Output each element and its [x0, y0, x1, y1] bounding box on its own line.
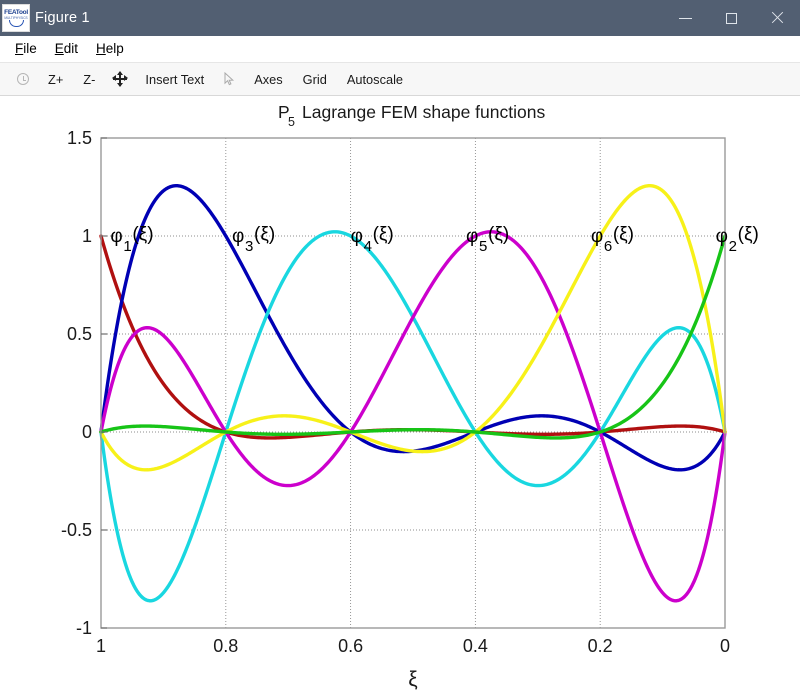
svg-text:φ: φ [716, 226, 728, 247]
svg-text:(ξ): (ξ) [488, 224, 509, 245]
curve-label-phi5: φ 5(ξ) [466, 224, 509, 255]
svg-text:φ: φ [591, 226, 603, 247]
x-tick-label: 0.2 [588, 636, 613, 656]
insert-text-button[interactable]: Insert Text [138, 66, 211, 92]
menu-label-file-rest: ile [23, 41, 37, 56]
title-bar: FEATool MULTIPHYSICS Figure 1 [0, 0, 800, 36]
reset-view-button[interactable] [12, 66, 34, 92]
curve-phi2 [99, 234, 727, 440]
shape-functions-plot: P 5 Lagrange FEM shape functions 1 0.8 0.6… [61, 102, 759, 691]
svg-text:φ: φ [351, 226, 363, 247]
app-logo-icon: FEATool MULTIPHYSICS [2, 4, 30, 32]
svg-text:1: 1 [123, 238, 131, 255]
curve-label-phi1: φ 1(ξ) [110, 224, 153, 255]
x-tick-label: 0 [720, 636, 730, 656]
app-logo-arc-icon [8, 20, 24, 28]
plot-title: P 5 Lagrange FEM shape functions [278, 102, 545, 129]
y-tick-label: -1 [76, 618, 92, 638]
select-cursor-button[interactable] [218, 66, 240, 92]
autoscale-button[interactable]: Autoscale [340, 66, 410, 92]
menu-label-help-rest: elp [105, 41, 124, 56]
svg-text:3: 3 [245, 238, 253, 255]
menu-item-help[interactable]: Help [87, 39, 133, 58]
plot-title-subscript: 5 [288, 115, 295, 129]
plot-frame [100, 137, 726, 629]
svg-text:(ξ): (ξ) [132, 224, 153, 245]
x-tick-label: 0.6 [338, 636, 363, 656]
maximize-button[interactable] [708, 0, 754, 36]
x-axis-label: ξ [408, 668, 417, 691]
close-button[interactable] [754, 0, 800, 36]
svg-text:φ: φ [232, 226, 244, 247]
plot-tick-labels: 1 0.8 0.6 0.4 0.2 0 -1 -0.5 0 0.5 1 1.5 [61, 128, 730, 656]
menu-bar: File Edit Help [0, 36, 800, 62]
y-tick-label: 0 [82, 422, 92, 442]
menu-item-edit[interactable]: Edit [46, 39, 87, 58]
x-tick-label: 1 [96, 636, 106, 656]
plot-curve-labels: φ 1(ξ) φ 3(ξ) φ 4(ξ) φ 5(ξ) φ 6(ξ) φ 2(ξ) [110, 224, 758, 255]
toolbar: Z+ Z- Insert Text Axes Grid Autoscale [0, 62, 800, 96]
minimize-button[interactable] [662, 0, 708, 36]
plot-curves [99, 184, 727, 603]
zoom-in-button[interactable]: Z+ [41, 66, 70, 92]
figure-window: FEATool MULTIPHYSICS Figure 1 File Edit … [0, 0, 800, 695]
svg-text:(ξ): (ξ) [613, 224, 634, 245]
maximize-icon [725, 12, 737, 24]
plot-title-rest: Lagrange FEM shape functions [302, 102, 545, 122]
svg-text:(ξ): (ξ) [254, 224, 275, 245]
axes-button[interactable]: Axes [247, 66, 289, 92]
x-tick-label: 0.4 [463, 636, 488, 656]
y-tick-label: 0.5 [67, 324, 92, 344]
menu-label-edit-rest: dit [63, 41, 79, 56]
close-icon [770, 11, 784, 25]
y-tick-label: -0.5 [61, 520, 92, 540]
y-tick-label: 1 [82, 226, 92, 246]
svg-text:(ξ): (ξ) [738, 224, 759, 245]
svg-text:5: 5 [479, 238, 487, 255]
curve-label-phi4: φ 4(ξ) [351, 224, 394, 255]
curve-label-phi6: φ 6(ξ) [591, 224, 634, 255]
reset-clock-icon [17, 73, 29, 85]
svg-text:6: 6 [604, 238, 612, 255]
pan-button[interactable] [109, 66, 131, 92]
svg-text:φ: φ [110, 226, 122, 247]
svg-text:φ: φ [466, 226, 478, 247]
window-title: Figure 1 [35, 10, 90, 26]
window-controls [662, 0, 800, 36]
menu-item-file[interactable]: File [6, 39, 46, 58]
x-tick-label: 0.8 [213, 636, 238, 656]
pan-move-icon [112, 71, 129, 87]
svg-text:(ξ): (ξ) [373, 224, 394, 245]
zoom-out-button[interactable]: Z- [76, 66, 102, 92]
grid-button[interactable]: Grid [296, 66, 334, 92]
y-tick-label: 1.5 [67, 128, 92, 148]
curve-label-phi3: φ 3(ξ) [232, 224, 275, 255]
app-logo-subtext: MULTIPHYSICS [4, 15, 28, 20]
figure-canvas[interactable]: P 5 Lagrange FEM shape functions 1 0.8 0.6… [0, 96, 800, 695]
cursor-arrow-icon [224, 72, 234, 86]
curve-phi1 [99, 234, 727, 440]
plot-gridlines [101, 138, 725, 628]
svg-text:2: 2 [729, 238, 737, 255]
svg-text:4: 4 [364, 238, 372, 255]
app-logo-text: FEATool [4, 8, 28, 16]
minimize-icon [678, 17, 692, 19]
